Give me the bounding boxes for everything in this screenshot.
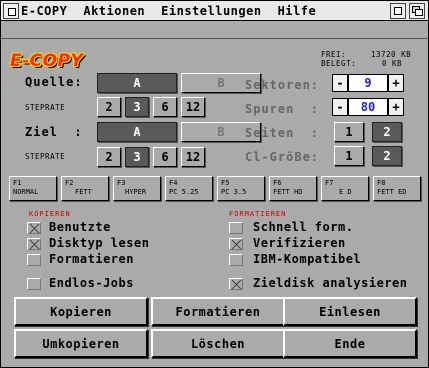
schnell-form-checkbox[interactable] xyxy=(229,222,243,234)
menu-bar: E-COPY Aktionen Einstellungen Hilfe xyxy=(21,4,332,19)
menu-einstellungen[interactable]: Einstellungen xyxy=(161,4,261,19)
zieldisk-analysieren-label: Zieldisk analysieren xyxy=(253,276,408,290)
endlos-jobs-label: Endlos-Jobs xyxy=(49,276,134,290)
quelle-label: Quelle: xyxy=(25,75,83,89)
ende-button[interactable]: Ende xyxy=(283,329,417,358)
quelle-steprate-label: STEPRATE xyxy=(25,103,66,112)
endlos-jobs-checkbox[interactable] xyxy=(27,278,41,290)
sektoren-label: Sektoren: xyxy=(245,78,320,92)
menu-ecopy[interactable]: E-COPY xyxy=(21,4,67,19)
title-bar[interactable]: E-COPY Aktionen Einstellungen Hilfe xyxy=(1,1,428,21)
close-icon[interactable] xyxy=(3,3,19,19)
disktyp-lesen-checkbox[interactable] xyxy=(27,238,41,250)
fkey-f3-key: F3 xyxy=(117,179,126,187)
fkey-f6-label: FETT HD xyxy=(273,188,303,196)
fkey-f7-label: E D xyxy=(339,188,352,196)
ziel-steprate-label: STEPRATE xyxy=(25,152,66,161)
fkey-f4-label: PC 5.25 xyxy=(169,188,199,196)
quelle-steprate-3[interactable]: 3 xyxy=(125,97,149,117)
formatieren-label: Formatieren xyxy=(49,252,134,266)
fkey-f2-fett[interactable]: F2 FETT xyxy=(61,176,109,201)
fkey-f5-pc35[interactable]: F5 PC 3.5 xyxy=(217,176,265,201)
zieldisk-analysieren-checkbox[interactable] xyxy=(229,278,243,290)
fkey-f4-pc525[interactable]: F4 PC 5.25 xyxy=(165,176,213,201)
benutzte-checkbox[interactable] xyxy=(27,222,41,234)
app-logo: E-COPY xyxy=(10,51,84,71)
belegt-label: BELEGT: xyxy=(321,59,357,68)
iconify-icon[interactable] xyxy=(390,3,406,19)
clgroesse-2-button[interactable]: 2 xyxy=(372,146,402,166)
fkey-f6-key: F6 xyxy=(273,179,282,187)
fkey-f1-key: F1 xyxy=(13,179,22,187)
ecopy-window: E-COPY Aktionen Einstellungen Hilfe E-CO… xyxy=(0,0,429,368)
seiten-label: Seiten : xyxy=(245,126,320,140)
benutzte-label: Benutzte xyxy=(49,220,111,234)
ziel-steprate-6[interactable]: 6 xyxy=(153,147,177,167)
formatieren-checkbox[interactable] xyxy=(27,254,41,266)
sektoren-plus-button[interactable]: + xyxy=(388,74,404,92)
seiten-2-button[interactable]: 2 xyxy=(372,122,402,142)
ziel-steprate-2[interactable]: 2 xyxy=(97,147,121,167)
frei-label: FREI: xyxy=(321,50,347,59)
section-formatieren: FORMATIEREN xyxy=(229,210,287,218)
quelle-drive-a-button[interactable]: A xyxy=(97,73,177,93)
umkopieren-button[interactable]: Umkopieren xyxy=(14,329,148,358)
fkey-f4-key: F4 xyxy=(169,179,178,187)
ziel-label: Ziel : xyxy=(25,125,83,139)
ziel-drive-a-button[interactable]: A xyxy=(97,122,177,142)
spuren-label: Spuren : xyxy=(245,102,320,116)
fkey-f8-fetted[interactable]: F8 FETT ED xyxy=(373,176,421,201)
fkey-f6-fetthd[interactable]: F6 FETT HD xyxy=(269,176,317,201)
ibm-kompatibel-label: IBM-Kompatibel xyxy=(253,252,362,266)
fkey-f1-label: NORMAL xyxy=(13,188,39,196)
section-kopieren: KOPIEREN xyxy=(29,210,71,218)
formatieren-button[interactable]: Formatieren xyxy=(151,297,285,326)
fkey-f8-label: FETT ED xyxy=(377,188,407,196)
fkey-f2-label: FETT xyxy=(75,188,92,196)
loeschen-button[interactable]: Löschen xyxy=(151,329,285,358)
disktyp-lesen-label: Disktyp lesen xyxy=(49,236,150,250)
divider-top xyxy=(1,38,428,39)
depth-icon[interactable] xyxy=(409,3,425,19)
fkey-f5-label: PC 3.5 xyxy=(221,188,247,196)
verifizieren-checkbox[interactable] xyxy=(229,238,243,250)
fkey-f3-label: HYPER xyxy=(125,188,147,196)
frei-value: 13720 KB xyxy=(371,50,412,59)
ziel-steprate-3[interactable]: 3 xyxy=(125,147,149,167)
fkey-f8-key: F8 xyxy=(377,179,386,187)
sektoren-input[interactable]: 9 xyxy=(348,74,388,92)
fkey-f5-key: F5 xyxy=(221,179,230,187)
fkey-f2-key: F2 xyxy=(65,179,74,187)
kopieren-button[interactable]: Kopieren xyxy=(14,297,148,326)
ziel-steprate-12[interactable]: 12 xyxy=(181,147,205,167)
verifizieren-label: Verifizieren xyxy=(253,236,346,250)
einlesen-button[interactable]: Einlesen xyxy=(283,297,417,326)
quelle-steprate-6[interactable]: 6 xyxy=(153,97,177,117)
belegt-value: 0 KB xyxy=(382,59,403,68)
spuren-input[interactable]: 80 xyxy=(348,98,388,116)
quelle-steprate-12[interactable]: 12 xyxy=(181,97,205,117)
ibm-kompatibel-checkbox[interactable] xyxy=(229,254,243,266)
fkey-f3-hyper[interactable]: F3 HYPER xyxy=(113,176,161,201)
menu-aktionen[interactable]: Aktionen xyxy=(83,4,145,19)
seiten-1-button[interactable]: 1 xyxy=(334,122,364,142)
schnell-form-label: Schnell form. xyxy=(253,220,354,234)
clgroesse-1-button[interactable]: 1 xyxy=(334,146,364,166)
clgroesse-label: Cl-GröBe: xyxy=(245,150,320,164)
spuren-plus-button[interactable]: + xyxy=(388,98,404,116)
fkey-f7-ed[interactable]: F7 E D xyxy=(321,176,369,201)
menu-hilfe[interactable]: Hilfe xyxy=(278,4,317,19)
spuren-minus-button[interactable]: - xyxy=(332,98,348,116)
quelle-steprate-2[interactable]: 2 xyxy=(97,97,121,117)
fkey-f1-normal[interactable]: F1 NORMAL xyxy=(9,176,57,201)
fkey-f7-key: F7 xyxy=(325,179,334,187)
sektoren-minus-button[interactable]: - xyxy=(332,74,348,92)
